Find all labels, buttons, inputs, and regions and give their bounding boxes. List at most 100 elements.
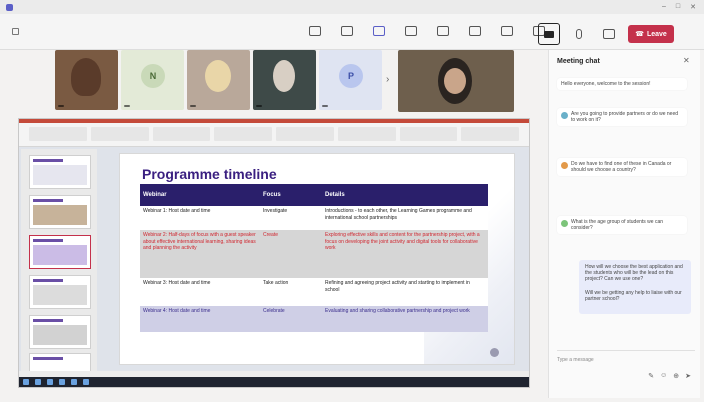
participant-video xyxy=(205,60,231,92)
focus-cell: Investigate xyxy=(260,206,322,230)
participant-video xyxy=(273,60,295,92)
video-tile[interactable] xyxy=(55,50,118,110)
maximize-button[interactable]: □ xyxy=(676,3,680,11)
pinned-video-tile[interactable] xyxy=(398,50,514,112)
camera-button[interactable] xyxy=(538,23,560,45)
details-cell: Introductions - to each other, the Learn… xyxy=(322,206,488,230)
participant-face xyxy=(444,68,466,94)
slide-thumbnail[interactable] xyxy=(29,195,91,229)
slide-thumbnails xyxy=(21,149,97,379)
participant-name xyxy=(190,105,196,107)
slide-thumbnail[interactable] xyxy=(29,315,91,349)
video-tile[interactable]: P xyxy=(319,50,382,110)
message-text: Will we be getting any help to liaise wi… xyxy=(585,290,682,302)
shared-screen: Programme timeline Webinar Focus Details… xyxy=(18,118,530,388)
meeting-toolbar: ☎ Leave xyxy=(0,14,704,50)
table-row: Webinar 2: Half-days of focus with a gue… xyxy=(140,230,488,278)
minimize-button[interactable]: – xyxy=(662,3,666,11)
slide-thumbnail[interactable] xyxy=(29,275,91,309)
video-tile[interactable] xyxy=(253,50,316,110)
message-text: How will we choose the best application … xyxy=(585,264,683,282)
message-text: Do we have to find one of these in Canad… xyxy=(571,161,672,173)
emoji-icon[interactable]: ☺ xyxy=(660,372,667,380)
start-icon[interactable] xyxy=(23,379,29,385)
chat-message: Do we have to find one of these in Canad… xyxy=(557,152,687,176)
webinar-cell: Webinar 4: Host date and time xyxy=(140,306,260,332)
message-text: Hello everyone, welcome to the session! xyxy=(561,81,651,87)
slide-title: Programme timeline xyxy=(142,166,277,182)
title-bar: – □ ✕ xyxy=(0,0,704,14)
own-message-bubble: How will we choose the best application … xyxy=(579,260,691,314)
participant-name xyxy=(322,105,328,107)
people-button[interactable] xyxy=(300,16,330,48)
raise-hand-button[interactable] xyxy=(364,16,394,48)
mic-button[interactable] xyxy=(568,18,590,50)
participant-video xyxy=(71,58,101,96)
leave-button[interactable]: ☎ Leave xyxy=(628,25,674,43)
view-button[interactable] xyxy=(428,16,458,48)
people-icon xyxy=(309,26,321,36)
share-button[interactable] xyxy=(598,18,620,50)
ribbon-tools xyxy=(29,127,519,141)
notes-button[interactable] xyxy=(460,16,490,48)
windows-taskbar xyxy=(19,377,529,387)
message-text: What is the age group of students we can… xyxy=(571,219,663,231)
shield-icon xyxy=(12,28,19,35)
apps-button[interactable] xyxy=(492,16,522,48)
table-row: Webinar 3: Host date and time Take actio… xyxy=(140,278,488,306)
message-bubble: Hello everyone, welcome to the session! xyxy=(557,78,687,90)
reactions-button[interactable] xyxy=(396,16,426,48)
webinar-cell: Webinar 3: Host date and time xyxy=(140,278,260,306)
webinar-cell: Webinar 2: Half-days of focus with a gue… xyxy=(140,230,260,278)
compose-actions: ✎ ☺ ⊕ ➤ xyxy=(648,372,691,380)
chat-button[interactable] xyxy=(332,16,362,48)
logo-icon xyxy=(490,348,499,357)
close-window-button[interactable]: ✕ xyxy=(690,3,696,11)
details-cell: Refining and agreeing project activity a… xyxy=(322,278,488,306)
slide-thumbnail-selected[interactable] xyxy=(29,235,91,269)
ppt-titlebar xyxy=(19,119,529,123)
details-cell: Evaluating and sharing collaborative par… xyxy=(322,306,488,332)
close-icon[interactable]: ✕ xyxy=(683,56,690,65)
app-icon[interactable] xyxy=(71,379,77,385)
details-cell: Exploring effective skills and content f… xyxy=(322,230,488,278)
notes-icon xyxy=(469,26,481,36)
column-header: Webinar xyxy=(140,184,260,206)
chevron-right-icon[interactable]: › xyxy=(386,74,389,85)
compose-box[interactable]: Type a message ✎ ☺ ⊕ ➤ xyxy=(557,350,695,386)
video-tile[interactable] xyxy=(187,50,250,110)
search-icon[interactable] xyxy=(35,379,41,385)
current-slide: Programme timeline Webinar Focus Details… xyxy=(119,153,515,365)
leave-label: Leave xyxy=(646,30,667,38)
toolbar-right: ☎ Leave xyxy=(538,18,674,50)
column-header: Focus xyxy=(260,184,322,206)
app-icon[interactable] xyxy=(59,379,65,385)
toolbar-actions xyxy=(300,16,554,48)
chat-message: Hello everyone, welcome to the session! xyxy=(557,72,687,90)
video-tile[interactable]: N xyxy=(121,50,184,110)
share-icon xyxy=(603,29,615,39)
mic-icon xyxy=(576,29,582,39)
participant-name xyxy=(58,105,64,107)
table-row: Webinar 4: Host date and time Celebrate … xyxy=(140,306,488,332)
slide-thumbnail[interactable] xyxy=(29,155,91,189)
app-icon[interactable] xyxy=(47,379,53,385)
ppt-ribbon xyxy=(19,119,529,147)
teams-app-icon xyxy=(6,3,13,11)
send-icon[interactable]: ➤ xyxy=(685,372,691,380)
participant-name xyxy=(256,105,262,107)
participant-name xyxy=(124,105,130,107)
chat-title: Meeting chat xyxy=(557,58,600,65)
view-icon xyxy=(437,26,449,36)
format-icon[interactable]: ✎ xyxy=(648,372,654,380)
message-bubble: Are you going to provide partners or do … xyxy=(557,108,687,126)
chat-message: What is the age group of students we can… xyxy=(557,210,687,234)
attach-icon[interactable]: ⊕ xyxy=(673,372,679,380)
focus-cell: Celebrate xyxy=(260,306,322,332)
phone-icon: ☎ xyxy=(635,31,644,38)
avatar xyxy=(561,220,568,227)
focus-cell: Take action xyxy=(260,278,322,306)
reactions-icon xyxy=(405,26,417,36)
window-controls: – □ ✕ xyxy=(662,3,704,11)
app-icon[interactable] xyxy=(83,379,89,385)
